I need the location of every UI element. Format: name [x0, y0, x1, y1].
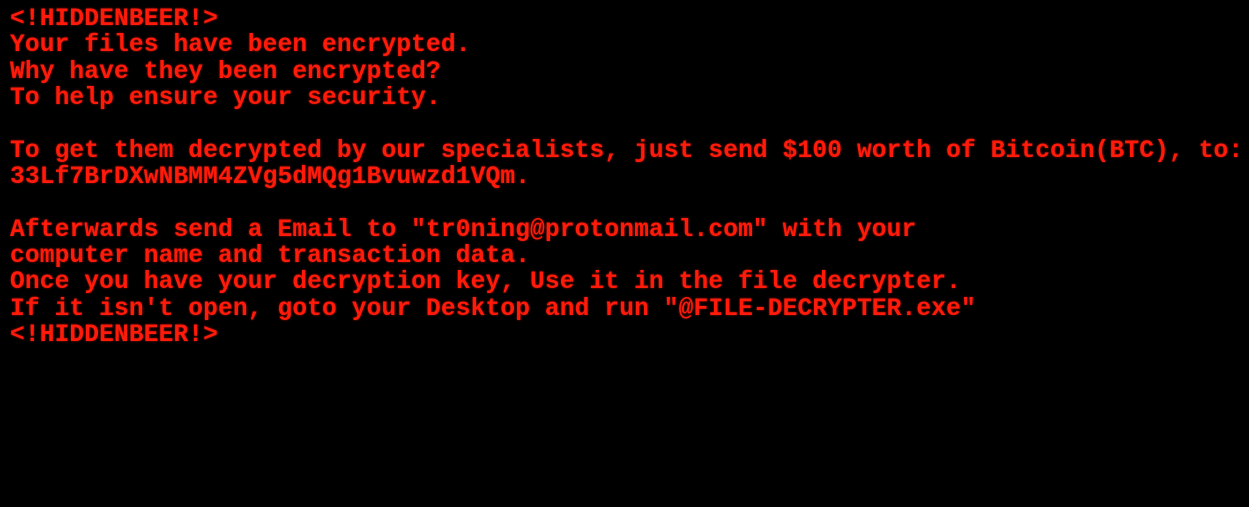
note-line: Afterwards send a Email to "tr0ning@prot… — [10, 216, 917, 244]
note-line: If it isn't open, goto your Desktop and … — [10, 295, 976, 323]
ransom-note-text: <!HIDDENBEER!> Your files have been encry… — [10, 6, 1244, 350]
header-tag: <!HIDDENBEER!> — [10, 6, 219, 33]
note-line: To help ensure your security. — [10, 85, 441, 113]
note-line: Why have they been encrypted? — [10, 58, 441, 86]
note-line: To get them decrypted by our specialists… — [10, 137, 1244, 165]
note-line: computer name and transaction data. — [10, 243, 531, 271]
footer-tag: <!HIDDENBEER!> — [10, 322, 219, 350]
note-line: Your files have been encrypted. — [10, 32, 471, 60]
note-line: Once you have your decryption key, Use i… — [10, 269, 961, 297]
bitcoin-address: 33Lf7BrDXwNBMM4ZVg5dMQg1Bvuwzd1VQm. — [10, 164, 531, 192]
